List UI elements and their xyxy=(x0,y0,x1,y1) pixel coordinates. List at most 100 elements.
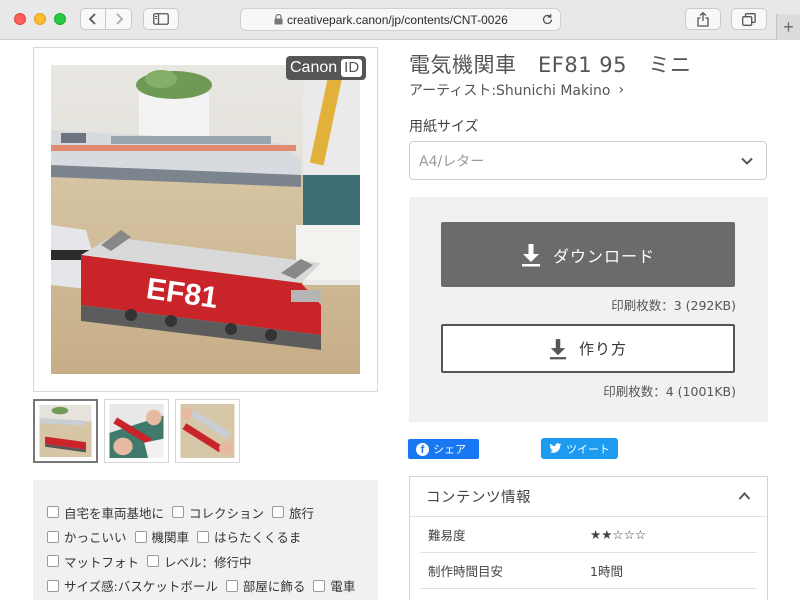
checkbox[interactable] xyxy=(172,506,185,519)
train-photo: EF81 xyxy=(51,65,360,374)
share-button[interactable] xyxy=(685,8,721,30)
tag-label: 旅行 xyxy=(289,505,315,521)
checkbox[interactable] xyxy=(134,530,147,543)
checkbox[interactable] xyxy=(225,579,238,592)
canon-id-badge: Canon ID xyxy=(286,56,367,80)
paper-size-label: 用紙サイズ xyxy=(409,119,479,135)
checkbox[interactable] xyxy=(47,555,59,568)
main-product-image-frame: EF81 xyxy=(33,47,378,392)
minimize-window-button[interactable] xyxy=(34,13,46,25)
tag-checkbox[interactable]: レベル：修行中 xyxy=(147,552,252,571)
paper-size-value: A4/レター xyxy=(419,153,485,170)
checkbox[interactable] xyxy=(313,579,326,592)
tag-label: コレクション xyxy=(189,505,265,521)
tag-panel: 自宅を車両基地に コレクション 旅行 かっこいい 機関車 はらたくくるま マット… xyxy=(33,480,378,600)
checkbox[interactable] xyxy=(47,506,59,519)
tag-label: サイズ感:バスケットボール xyxy=(64,579,218,595)
zoom-window-button[interactable] xyxy=(54,13,66,25)
close-window-button[interactable] xyxy=(14,13,26,25)
tag-checkbox[interactable]: コレクション xyxy=(172,503,264,522)
checkbox[interactable] xyxy=(197,530,210,543)
back-button[interactable] xyxy=(80,8,106,30)
contents-info-title: コンテンツ情報 xyxy=(426,490,531,506)
browser-toolbar: creativepark.canon/jp/contents/CNT-0026 … xyxy=(0,0,800,40)
twitter-tweet-button[interactable]: ツイート xyxy=(541,438,618,459)
share-icon xyxy=(697,11,709,27)
tag-checkbox[interactable]: 自宅を車両基地に xyxy=(47,503,164,522)
tab-overview-button[interactable] xyxy=(731,8,767,30)
tabs-icon xyxy=(742,12,756,26)
checkbox[interactable] xyxy=(272,506,285,519)
tag-checkbox[interactable]: 機関車 xyxy=(134,527,190,546)
checkbox[interactable] xyxy=(47,530,59,543)
tag-checkbox[interactable]: サイズ感:バスケットボール xyxy=(47,576,218,595)
forward-button[interactable] xyxy=(106,8,132,30)
tag-checkbox[interactable]: はらたくくるま xyxy=(197,527,301,546)
chevron-right-icon xyxy=(115,13,123,25)
download-icon xyxy=(549,338,567,359)
tag-checkbox[interactable]: 部屋に飾る xyxy=(225,576,306,595)
artist-name[interactable]: アーティスト:Shunichi Makino xyxy=(409,80,610,100)
download-icon xyxy=(521,243,540,266)
how-to-button-label: 作り方 xyxy=(578,340,627,358)
info-row-label: 難易度 xyxy=(428,528,466,543)
main-product-image[interactable]: EF81 xyxy=(51,65,360,374)
artist-link[interactable]: アーティスト:Shunichi Makino › xyxy=(409,80,624,100)
checkbox[interactable] xyxy=(47,579,59,592)
thumbnail-2[interactable] xyxy=(104,399,169,463)
canon-brand-text: Canon xyxy=(290,59,338,76)
facebook-share-label: シェア xyxy=(433,443,466,456)
chevron-left-icon xyxy=(88,13,96,25)
tag-row: マットフォト レベル：修行中 xyxy=(47,549,364,574)
sidebar-icon xyxy=(153,13,169,25)
tag-label: はらたくくるま xyxy=(214,530,302,546)
thumbnail-image-2 xyxy=(109,404,164,458)
download-button[interactable]: ダウンロード xyxy=(441,222,735,287)
address-bar[interactable]: creativepark.canon/jp/contents/CNT-0026 xyxy=(240,8,561,31)
contents-info-header[interactable]: コンテンツ情報 xyxy=(410,477,767,517)
tag-label: マットフォト xyxy=(64,554,140,570)
lock-icon xyxy=(274,14,283,25)
info-row-difficulty: 難易度 ★★☆☆☆ xyxy=(420,517,757,553)
twitter-tweet-label: ツイート xyxy=(566,442,610,456)
url-text: creativepark.canon/jp/contents/CNT-0026 xyxy=(287,12,508,27)
download-panel: ダウンロード 印刷枚数：3 (292KB) 作り方 印刷枚数：4 (1001KB… xyxy=(409,197,768,422)
thumbnail-1[interactable] xyxy=(33,399,98,463)
tag-checkbox[interactable]: 電車 xyxy=(313,576,355,595)
chevron-down-icon xyxy=(741,157,753,165)
tag-label: 自宅を車両基地に xyxy=(64,505,165,521)
thumbnail-image-1 xyxy=(39,405,92,457)
info-row-build-time: 制作時間目安 1時間 xyxy=(420,553,757,589)
sidebar-toggle-button[interactable] xyxy=(143,8,179,30)
tag-label: レベル：修行中 xyxy=(164,554,252,570)
tag-checkbox[interactable]: マットフォト xyxy=(47,552,139,571)
download-info: 印刷枚数：3 (292KB) xyxy=(611,298,736,313)
build-time-value: 1時間 xyxy=(590,564,623,579)
tag-label: 機関車 xyxy=(151,530,190,546)
tag-label: かっこいい xyxy=(64,530,127,546)
tag-row: 自宅を車両基地に コレクション 旅行 xyxy=(47,500,364,525)
reload-icon[interactable] xyxy=(541,13,554,26)
tag-checkbox[interactable]: 旅行 xyxy=(272,503,314,522)
thumbnail-image-3 xyxy=(180,404,235,458)
thumbnail-3[interactable] xyxy=(175,399,240,463)
tag-label: 電車 xyxy=(330,579,356,595)
tag-label: 部屋に飾る xyxy=(242,579,306,595)
chevron-up-icon[interactable] xyxy=(738,491,751,501)
how-to-info: 印刷枚数：4 (1001KB) xyxy=(603,384,736,399)
canon-id-text: ID xyxy=(341,59,363,77)
checkbox[interactable] xyxy=(147,555,160,568)
how-to-button[interactable]: 作り方 xyxy=(441,324,735,373)
download-button-label: ダウンロード xyxy=(552,246,655,266)
product-title: 電気機関車 EF81 95 ミニ xyxy=(409,53,692,77)
paper-size-select[interactable]: A4/レター xyxy=(409,141,767,180)
facebook-icon: f xyxy=(416,442,429,456)
twitter-bird-icon xyxy=(549,443,562,453)
difficulty-stars: ★★☆☆☆ xyxy=(590,527,647,542)
tag-checkbox[interactable]: かっこいい xyxy=(47,527,127,546)
facebook-share-button[interactable]: f シェア xyxy=(408,439,479,459)
new-tab-button[interactable]: + xyxy=(776,14,800,40)
chevron-right-icon: › xyxy=(618,82,625,98)
tag-row: サイズ感:バスケットボール 部屋に飾る 電車 xyxy=(47,574,364,599)
contents-info-panel: コンテンツ情報 難易度 ★★☆☆☆ 制作時間目安 1時間 xyxy=(409,476,768,600)
